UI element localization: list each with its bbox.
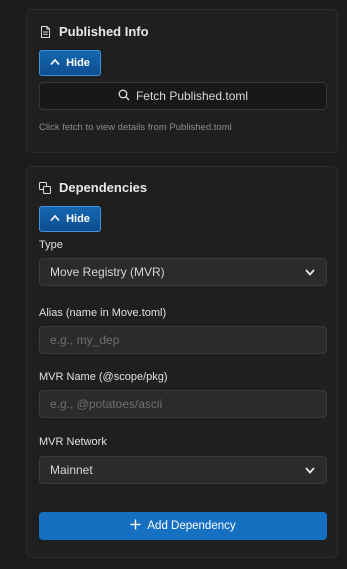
fetch-published-label: Fetch Published.toml: [135, 89, 249, 103]
type-select-value: Move Registry (MVR): [50, 265, 165, 279]
published-info-panel: Published Info Hide Fetch Published.toml…: [26, 9, 338, 153]
mvr-network-select[interactable]: Mainnet: [39, 456, 327, 484]
fetch-published-button[interactable]: Fetch Published.toml: [39, 82, 327, 110]
mvr-name-input[interactable]: [50, 397, 316, 411]
dependencies-title: Dependencies: [59, 180, 148, 195]
document-icon: [39, 25, 51, 38]
dependencies-hide-button[interactable]: Hide: [39, 206, 101, 232]
published-hide-button[interactable]: Hide: [39, 50, 101, 76]
type-label: Type: [39, 239, 63, 251]
chevron-up-icon: [50, 57, 60, 69]
mvr-network-value: Mainnet: [50, 463, 93, 477]
published-hide-label: Hide: [66, 57, 90, 69]
chevron-down-icon: [304, 266, 316, 278]
mvr-network-label: MVR Network: [39, 436, 107, 448]
alias-label: Alias (name in Move.toml): [39, 307, 167, 319]
add-dependency-button[interactable]: Add Dependency: [39, 512, 327, 540]
dependencies-header: Dependencies: [39, 180, 147, 195]
published-info-header: Published Info: [39, 24, 149, 39]
dependencies-hide-label: Hide: [66, 213, 90, 225]
mvr-name-label: MVR Name (@scope/pkg): [39, 371, 168, 383]
left-rail: [0, 0, 14, 569]
mvr-name-field[interactable]: [39, 390, 327, 418]
plus-icon: [130, 519, 141, 533]
alias-field[interactable]: [39, 326, 327, 354]
dependencies-panel: Dependencies Hide Type Move Registry (MV…: [26, 166, 338, 558]
copy-icon: [39, 181, 51, 194]
search-icon: [118, 89, 130, 104]
add-dependency-label: Add Dependency: [147, 520, 236, 532]
alias-input[interactable]: [50, 333, 316, 347]
chevron-up-icon: [50, 213, 60, 225]
published-hint: Click fetch to view details from Publish…: [39, 122, 232, 133]
published-info-title: Published Info: [59, 24, 149, 39]
chevron-down-icon: [304, 464, 316, 476]
type-select[interactable]: Move Registry (MVR): [39, 258, 327, 286]
